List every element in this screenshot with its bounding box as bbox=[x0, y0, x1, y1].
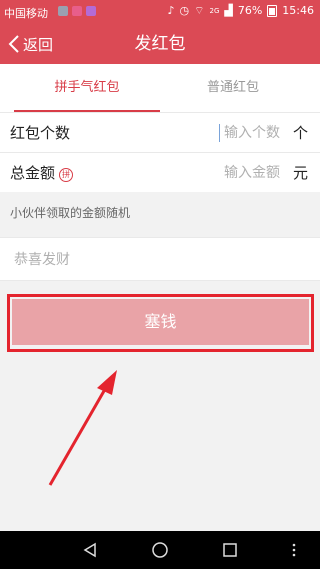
menu-dots-icon bbox=[292, 543, 296, 557]
stuff-money-button[interactable]: 塞钱 bbox=[12, 299, 309, 345]
count-input[interactable] bbox=[170, 121, 280, 145]
battery-percent: 76% bbox=[237, 4, 263, 17]
amount-unit: 元 bbox=[292, 164, 308, 182]
notification-icon-3 bbox=[86, 6, 96, 16]
tab-bar: 拼手气红包 普通红包 bbox=[0, 64, 320, 112]
greeting-input[interactable] bbox=[14, 248, 304, 272]
notification-icon-2 bbox=[72, 6, 82, 16]
system-recents-button[interactable] bbox=[210, 531, 250, 569]
nav-bar: 返回 发红包 bbox=[0, 24, 320, 64]
system-menu-button[interactable] bbox=[274, 531, 314, 569]
headphones-icon: ♪ bbox=[167, 4, 175, 17]
status-indicators: ♪ ◷ ⌔ 2G ▟ 76% 15:46 bbox=[167, 4, 314, 18]
back-triangle-icon bbox=[83, 542, 96, 558]
network-type: 2G bbox=[209, 7, 220, 15]
tab-normal-packet[interactable]: 普通红包 bbox=[160, 64, 306, 112]
tab-lucky-packet[interactable]: 拼手气红包 bbox=[14, 64, 160, 112]
back-label: 返回 bbox=[23, 35, 54, 54]
status-bar: 中国移动 ♪ ◷ ⌔ 2G ▟ 76% 15:46 bbox=[0, 0, 320, 24]
count-row: 红包个数 个 bbox=[0, 112, 320, 152]
system-back-button[interactable] bbox=[70, 531, 110, 569]
count-unit: 个 bbox=[292, 124, 308, 142]
chevron-left-icon bbox=[8, 35, 19, 53]
amount-label: 总金额 bbox=[10, 164, 56, 182]
wifi-icon: ⌔ bbox=[194, 4, 205, 17]
packet-form: 红包个数 个 总金额拼 元 bbox=[0, 112, 320, 192]
amount-row: 总金额拼 元 bbox=[0, 152, 320, 192]
greeting-box bbox=[0, 237, 320, 281]
lucky-badge-icon: 拼 bbox=[59, 168, 74, 182]
amount-input[interactable] bbox=[170, 161, 280, 185]
clock-time: 15:46 bbox=[282, 4, 314, 17]
amount-label-wrap: 总金额拼 bbox=[10, 153, 74, 193]
count-label: 红包个数 bbox=[10, 124, 71, 142]
signal-icon: ▟ bbox=[224, 4, 233, 17]
system-home-button[interactable] bbox=[140, 531, 180, 569]
notification-icon-1 bbox=[58, 6, 68, 16]
battery-icon bbox=[267, 5, 278, 17]
carrier-name: 中国移动 bbox=[4, 7, 48, 20]
recents-square-icon bbox=[223, 543, 237, 557]
alarm-icon: ◷ bbox=[179, 4, 190, 17]
back-button[interactable]: 返回 bbox=[8, 24, 53, 64]
random-amount-hint: 小伙伴领取的金额随机 bbox=[10, 206, 131, 220]
system-nav-bar bbox=[0, 531, 320, 569]
home-circle-icon bbox=[152, 542, 168, 558]
